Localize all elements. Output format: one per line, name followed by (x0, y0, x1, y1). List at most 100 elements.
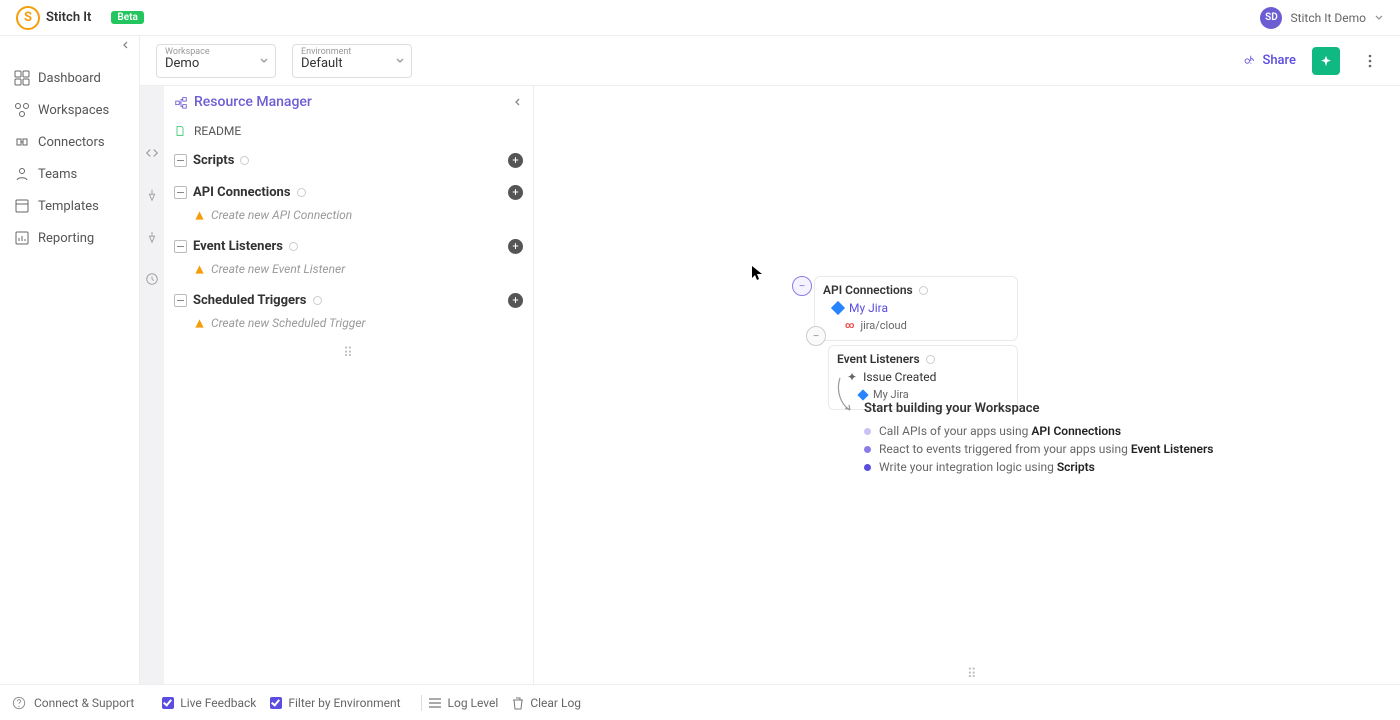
collapse-icon (174, 186, 187, 199)
user-menu[interactable]: SD Stitch It Demo (1260, 7, 1384, 29)
help-icon (12, 696, 26, 710)
chevron-down-icon (259, 56, 269, 66)
hint-card-api: API Connections My Jira ∞jira/cloud (814, 276, 1018, 341)
workspace-select[interactable]: Workspace Demo (156, 44, 276, 78)
checkbox-icon (162, 697, 174, 709)
add-trigger-button[interactable]: + (508, 293, 523, 308)
resource-gutter (140, 86, 164, 684)
run-button[interactable] (1312, 47, 1340, 75)
sidebar-item-label: Templates (38, 199, 99, 214)
share-icon (1242, 54, 1256, 68)
drag-handle-icon[interactable]: ⠿ (164, 338, 533, 369)
logo-icon: S (16, 6, 40, 30)
kebab-icon (1368, 54, 1372, 68)
collapse-icon (174, 154, 187, 167)
resource-manager-panel: Resource Manager README Scripts (164, 86, 534, 684)
bullet-icon (864, 446, 871, 453)
bullet-icon (864, 464, 871, 471)
connect-support[interactable]: Connect & Support (12, 696, 134, 710)
footer-bar: Connect & Support Live Feedback Filter b… (0, 684, 1400, 720)
more-menu[interactable] (1356, 47, 1384, 75)
clock-icon[interactable] (145, 272, 159, 286)
workspace-canvas: − API Connections My Jira ∞jira/cloud − … (534, 86, 1400, 684)
connectors-icon (14, 134, 30, 150)
sidebar-item-label: Reporting (38, 231, 94, 246)
workspace-toolbar: Workspace Demo Environment Default Share (140, 36, 1400, 86)
reporting-icon (14, 230, 30, 246)
code-icon[interactable] (145, 146, 159, 160)
readme-item[interactable]: README (164, 118, 533, 144)
warning-icon (194, 318, 205, 329)
trash-icon (512, 696, 524, 710)
environment-select[interactable]: Environment Default (292, 44, 412, 78)
api-connections-section[interactable]: API Connections + (174, 180, 523, 204)
resource-manager-icon (174, 95, 188, 109)
create-api-connection[interactable]: Create new API Connection (174, 204, 523, 226)
create-scheduled-trigger[interactable]: Create new Scheduled Trigger (174, 312, 523, 334)
chevron-down-icon (395, 56, 405, 66)
user-label: Stitch It Demo (1290, 11, 1366, 25)
onboarding-text: Start building your Workspace Call APIs … (864, 401, 1213, 476)
top-header: S Stitch It Beta SD Stitch It Demo (0, 0, 1400, 36)
app-name: Stitch It (46, 10, 91, 25)
sidebar-item-label: Workspaces (38, 103, 109, 118)
chevron-down-icon (1374, 13, 1384, 23)
drag-handle-icon[interactable]: ⠿ (967, 667, 978, 682)
dashboard-icon (14, 70, 30, 86)
add-script-button[interactable]: + (508, 153, 523, 168)
sidebar-item-label: Dashboard (38, 71, 101, 86)
sidebar-item-label: Teams (38, 167, 77, 182)
link-icon: ∞ (845, 321, 854, 331)
live-feedback-toggle[interactable]: Live Feedback (162, 696, 256, 710)
clear-log-button[interactable]: Clear Log (512, 696, 581, 710)
checkbox-icon (270, 697, 282, 709)
sidebar-collapse[interactable] (0, 36, 139, 58)
chevron-left-icon (121, 40, 131, 50)
sidebar-item-teams[interactable]: Teams (0, 158, 139, 190)
sidebar-item-label: Connectors (38, 135, 105, 150)
share-button[interactable]: Share (1242, 53, 1296, 68)
info-icon (313, 296, 322, 305)
sidebar-item-workspaces[interactable]: Workspaces (0, 94, 139, 126)
templates-icon (14, 198, 30, 214)
panel-title: Resource Manager (194, 94, 312, 110)
info-icon (289, 242, 298, 251)
collapse-icon: − (792, 276, 812, 296)
collapse-icon: − (806, 326, 826, 346)
jira-icon (831, 301, 845, 315)
warning-icon (194, 210, 205, 221)
add-api-button[interactable]: + (508, 185, 523, 200)
log-level-button[interactable]: Log Level (428, 696, 499, 710)
collapse-icon (174, 294, 187, 307)
sidebar-item-connectors[interactable]: Connectors (0, 126, 139, 158)
info-icon (240, 156, 249, 165)
teams-icon (14, 166, 30, 182)
sparkle-icon (1319, 54, 1333, 68)
add-listener-button[interactable]: + (508, 239, 523, 254)
scripts-section[interactable]: Scripts + (174, 148, 523, 172)
info-icon (926, 355, 935, 364)
collapse-icon (174, 240, 187, 253)
event-listeners-section[interactable]: Event Listeners + (174, 234, 523, 258)
arrow-icon (834, 376, 864, 416)
info-icon (297, 188, 306, 197)
file-icon (174, 125, 186, 137)
api-rail-icon[interactable] (145, 188, 159, 202)
chevron-left-icon[interactable] (513, 97, 523, 107)
info-icon (919, 286, 928, 295)
warning-icon (194, 264, 205, 275)
workspaces-icon (14, 102, 30, 118)
listener-rail-icon[interactable] (145, 230, 159, 244)
lines-icon (428, 697, 442, 709)
scheduled-triggers-section[interactable]: Scheduled Triggers + (174, 288, 523, 312)
bullet-icon (864, 428, 871, 435)
filter-env-toggle[interactable]: Filter by Environment (270, 696, 400, 710)
sidebar-item-templates[interactable]: Templates (0, 190, 139, 222)
create-event-listener[interactable]: Create new Event Listener (174, 258, 523, 280)
sidebar-item-dashboard[interactable]: Dashboard (0, 62, 139, 94)
avatar: SD (1260, 7, 1282, 29)
sidebar: Dashboard Workspaces Connectors Teams Te… (0, 36, 140, 684)
sidebar-item-reporting[interactable]: Reporting (0, 222, 139, 254)
logo[interactable]: S Stitch It (16, 6, 91, 30)
cursor-icon (752, 266, 762, 280)
